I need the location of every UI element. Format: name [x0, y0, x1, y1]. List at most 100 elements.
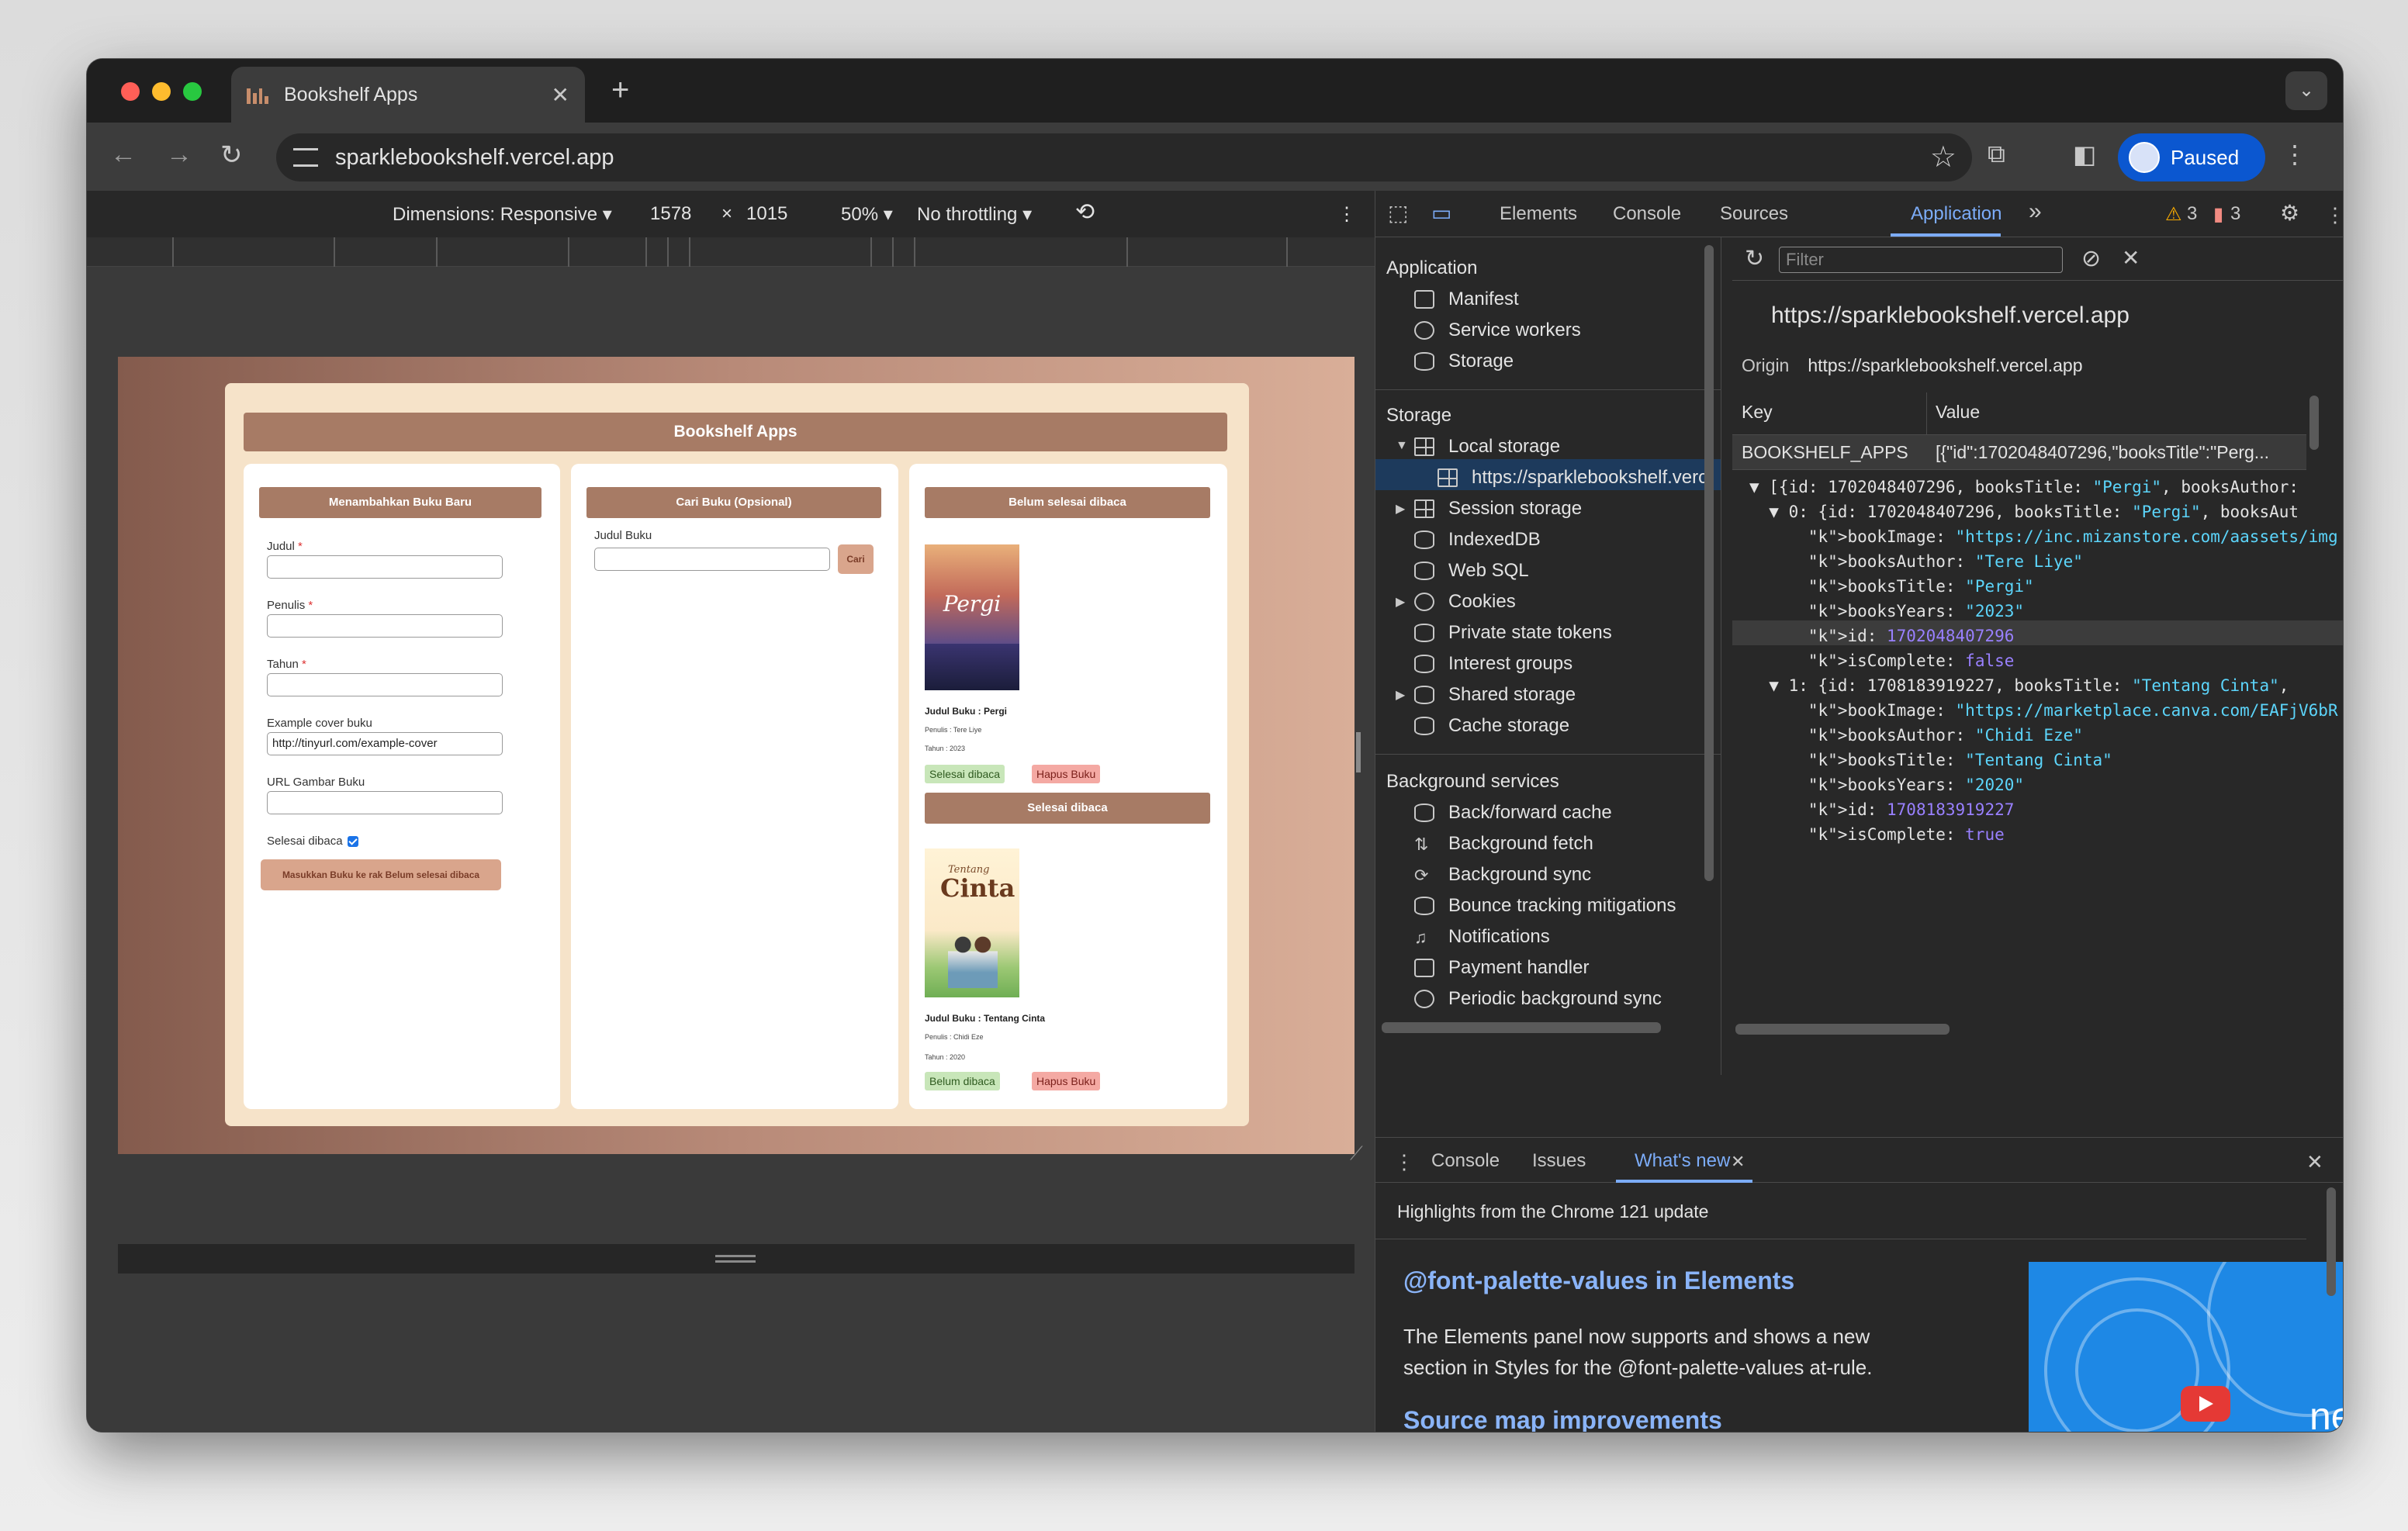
sidebar-item-cookies[interactable]: Cookies — [1414, 591, 1516, 613]
expand-arrow-icon[interactable]: ▼ — [1396, 439, 1408, 453]
back-arrow-icon[interactable]: ← — [110, 140, 137, 170]
sidebar-item-shared-storage[interactable]: Shared storage — [1414, 684, 1576, 706]
cover-example-input[interactable]: http://tinyurl.com/example-cover — [267, 732, 503, 755]
sidebar-item-manifest[interactable]: Manifest — [1414, 289, 1519, 310]
image-url-input[interactable] — [267, 791, 503, 814]
tree-line[interactable]: "k">booksTitle: "Pergi" — [1749, 574, 2034, 599]
tree-line[interactable]: "k">booksTitle: "Tentang Cinta" — [1749, 748, 2112, 772]
inspect-element-icon[interactable]: ⬚ — [1388, 200, 1408, 226]
sidebar-item-local-storage-origin[interactable]: https://sparklebookshelf.verc — [1438, 467, 1707, 489]
browser-menu-kebab-icon[interactable]: ⋮ — [2282, 140, 2307, 169]
sidebar-item-notifications[interactable]: ♫ Notifications — [1414, 926, 1550, 948]
delete-selected-icon[interactable]: ✕ — [2122, 245, 2140, 271]
sidebar-item-background-sync[interactable]: ⟳ Background sync — [1414, 864, 1591, 886]
tree-line[interactable]: "k">id: 1708183919227 — [1749, 797, 2015, 822]
sidebar-vertical-scrollbar[interactable] — [1704, 245, 1714, 881]
throttling-dropdown[interactable]: No throttling ▾ — [917, 203, 1032, 226]
expand-arrow-icon[interactable]: ▶ — [1396, 687, 1405, 703]
close-window-button[interactable] — [121, 82, 140, 101]
sidebar-item-payment-handler[interactable]: Payment handler — [1414, 957, 1589, 979]
site-settings-icon[interactable] — [293, 148, 318, 167]
complete-checkbox-row[interactable]: Selesai dibaca — [267, 835, 358, 848]
zoom-window-button[interactable] — [183, 82, 202, 101]
viewport-height-input[interactable]: 1015 — [746, 203, 787, 225]
forward-arrow-icon[interactable]: → — [166, 140, 192, 170]
tab-application[interactable]: Application — [1911, 203, 2001, 225]
zoom-dropdown[interactable]: 50% ▾ — [841, 203, 893, 226]
drawer-vertical-scrollbar[interactable] — [2327, 1187, 2336, 1296]
tree-line[interactable]: "k">isComplete: false — [1749, 648, 2015, 673]
refresh-icon[interactable]: ↻ — [1745, 245, 1764, 272]
tree-line[interactable]: "k">booksYears: "2020" — [1749, 772, 2024, 797]
tab-sources[interactable]: Sources — [1720, 203, 1788, 225]
expand-arrow-icon[interactable]: ▶ — [1396, 594, 1405, 610]
sidebar-item-indexeddb[interactable]: IndexedDB — [1414, 529, 1541, 551]
reload-icon[interactable]: ↻ — [220, 140, 243, 171]
tree-line[interactable]: "k">isComplete: true — [1749, 822, 2005, 847]
browser-tab[interactable]: Bookshelf Apps ✕ — [231, 67, 585, 123]
title-input[interactable] — [267, 555, 503, 579]
tab-close-icon[interactable]: ✕ — [552, 82, 569, 108]
settings-gear-icon[interactable]: ⚙ — [2280, 200, 2299, 226]
sidebar-item-service-workers[interactable]: Service workers — [1414, 320, 1581, 341]
mark-complete-button[interactable]: Selesai dibaca — [925, 765, 1005, 783]
sidebar-item-private-state-tokens[interactable]: Private state tokens — [1414, 622, 1612, 644]
sidebar-item-background-fetch[interactable]: ⇅ Background fetch — [1414, 833, 1593, 855]
tree-line[interactable]: ▼ [{id: 1702048407296, booksTitle: "Perg… — [1749, 475, 2299, 499]
side-panel-icon[interactable]: ◧ — [2073, 140, 2096, 169]
sidebar-item-storage[interactable]: Storage — [1414, 351, 1514, 372]
minimize-window-button[interactable] — [152, 82, 171, 101]
clear-all-icon[interactable]: ⊘ — [2081, 245, 2101, 272]
value-column-header[interactable]: Value — [1936, 402, 1980, 423]
sidebar-item-local-storage[interactable]: Local storage — [1414, 436, 1560, 458]
whats-new-heading-link[interactable]: Source map improvements — [1403, 1406, 1722, 1432]
viewport-resize-handle-bottom[interactable] — [118, 1244, 1354, 1274]
dimensions-dropdown[interactable]: Dimensions: Responsive ▾ — [393, 203, 612, 226]
rotate-icon[interactable]: ⟲ — [1075, 199, 1095, 226]
tab-search-chevron-icon[interactable]: ⌄ — [2285, 71, 2327, 110]
filter-input[interactable]: Filter — [1779, 247, 2063, 273]
youtube-play-icon[interactable] — [2181, 1386, 2230, 1422]
search-button[interactable]: Cari — [838, 544, 874, 574]
more-tabs-icon[interactable]: » — [2029, 199, 2042, 225]
author-input[interactable] — [267, 614, 503, 638]
value-preview-tree[interactable]: ▼ [{id: 1702048407296, booksTitle: "Perg… — [1732, 473, 2343, 861]
bookmark-star-icon[interactable]: ☆ — [1930, 140, 1956, 175]
viewport-resize-corner-icon[interactable]: ⟋ — [1350, 1143, 1363, 1165]
video-thumbnail[interactable]: new — [2029, 1262, 2343, 1432]
extensions-puzzle-icon[interactable]: ⧉ — [1988, 140, 2005, 169]
drawer-tab-whats-new[interactable]: What's new — [1635, 1150, 1730, 1172]
delete-book-button[interactable]: Hapus Buku — [1032, 765, 1101, 783]
profile-button[interactable]: Paused — [2118, 133, 2265, 181]
complete-checkbox[interactable] — [347, 836, 358, 848]
sidebar-item-bounce-tracking[interactable]: Bounce tracking mitigations — [1414, 895, 1676, 917]
tree-line[interactable]: "k">bookImage: "https://marketplace.canv… — [1749, 698, 2338, 723]
device-toggle-icon[interactable]: ▭ — [1431, 200, 1451, 226]
expand-arrow-icon[interactable]: ▶ — [1396, 501, 1405, 517]
sidebar-item-web-sql[interactable]: Web SQL — [1414, 560, 1529, 582]
search-input[interactable] — [594, 548, 830, 571]
tab-elements[interactable]: Elements — [1500, 203, 1577, 225]
devtools-kebab-icon[interactable]: ⋮ — [2325, 203, 2343, 227]
tree-line[interactable]: "k">booksYears: "2023" — [1749, 599, 2024, 624]
tree-line[interactable]: "k">bookImage: "https://inc.mizanstore.c… — [1749, 524, 2338, 549]
tab-console[interactable]: Console — [1613, 203, 1681, 225]
viewport-resize-handle-right[interactable] — [1356, 732, 1361, 772]
key-column-header[interactable]: Key — [1742, 402, 1773, 423]
tree-line[interactable]: "k">id: 1702048407296 — [1749, 624, 2015, 648]
tree-line[interactable]: "k">booksAuthor: "Chidi Eze" — [1749, 723, 2083, 748]
viewport-width-input[interactable]: 1578 — [650, 203, 691, 225]
drawer-tab-console[interactable]: Console — [1431, 1150, 1500, 1172]
close-whats-new-icon[interactable]: ✕ — [1731, 1152, 1745, 1172]
new-tab-button[interactable]: + — [611, 73, 629, 108]
address-bar[interactable]: sparklebookshelf.vercel.app ☆ — [276, 133, 1972, 181]
close-drawer-icon[interactable]: ✕ — [2306, 1150, 2323, 1174]
device-toolbar-kebab-icon[interactable]: ⋮ — [1337, 203, 1356, 226]
tree-line[interactable]: ▼ 0: {id: 1702048407296, booksTitle: "Pe… — [1749, 499, 2299, 524]
tree-line[interactable]: "k">booksAuthor: "Tere Liye" — [1749, 549, 2083, 574]
tree-line[interactable]: ▼ 1: {id: 1708183919227, booksTitle: "Te… — [1749, 673, 2289, 698]
drawer-kebab-icon[interactable]: ⋮ — [1394, 1150, 1414, 1174]
table-vertical-scrollbar[interactable] — [2309, 396, 2319, 450]
submit-book-button[interactable]: Masukkan Buku ke rak Belum selesai dibac… — [261, 859, 501, 890]
sidebar-item-session-storage[interactable]: Session storage — [1414, 498, 1582, 520]
